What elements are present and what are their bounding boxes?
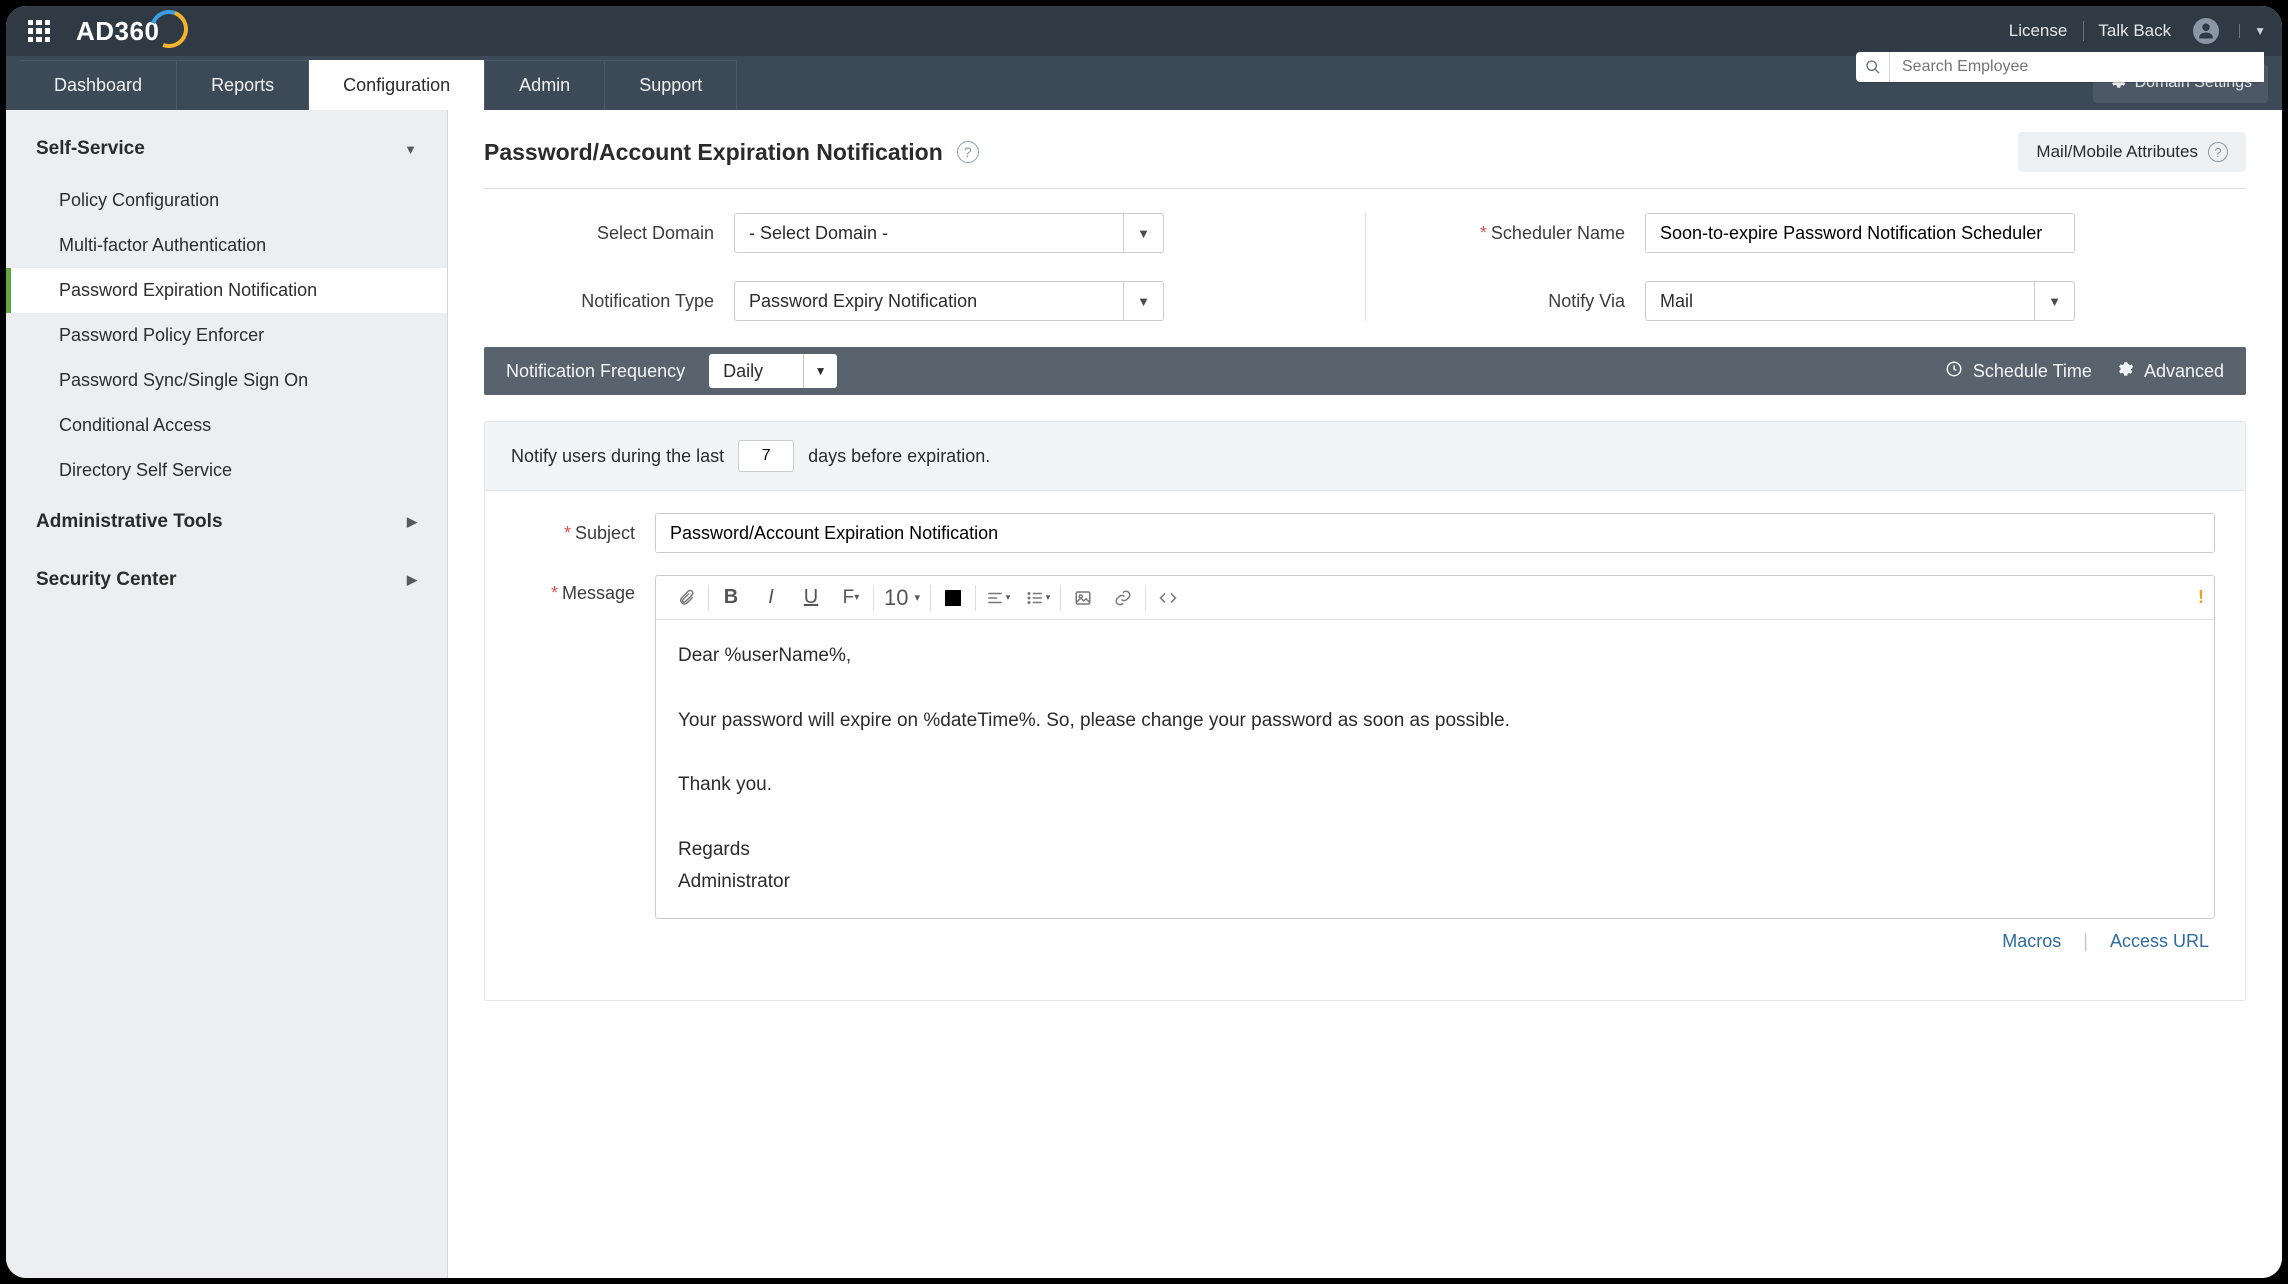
talk-back-link[interactable]: Talk Back bbox=[2083, 21, 2171, 41]
tab-configuration[interactable]: Configuration bbox=[309, 60, 485, 110]
notification-type-dropdown[interactable]: Password Expiry Notification ▼ bbox=[734, 281, 1164, 321]
sidebar-item-conditional-access[interactable]: Conditional Access bbox=[6, 403, 447, 448]
sidebar-group-security-center[interactable]: Security Center ▶ bbox=[6, 551, 447, 609]
tab-admin[interactable]: Admin bbox=[485, 60, 605, 110]
sidebar-item-mfa[interactable]: Multi-factor Authentication bbox=[6, 223, 447, 268]
scheduler-name-label: Scheduler Name bbox=[1395, 223, 1625, 244]
link-icon[interactable] bbox=[1103, 576, 1143, 620]
notification-frequency-value: Daily bbox=[709, 361, 803, 382]
underline-icon[interactable]: U bbox=[791, 576, 831, 620]
scheduler-name-field[interactable] bbox=[1646, 214, 2074, 252]
schedule-time-button[interactable]: Schedule Time bbox=[1945, 360, 2092, 383]
chevron-down-icon: ▼ bbox=[1123, 282, 1163, 320]
help-icon[interactable]: ? bbox=[957, 141, 979, 163]
code-icon[interactable] bbox=[1148, 576, 1188, 620]
apps-grid-icon[interactable] bbox=[28, 20, 50, 42]
scheduler-name-input[interactable] bbox=[1645, 213, 2075, 253]
help-icon: ? bbox=[2208, 142, 2228, 162]
sidebar-item-policy-configuration[interactable]: Policy Configuration bbox=[6, 178, 447, 223]
font-family-icon[interactable]: F▾ bbox=[831, 576, 871, 620]
clock-icon bbox=[1945, 360, 1963, 383]
notification-frequency-dropdown[interactable]: Daily ▼ bbox=[709, 354, 837, 388]
chevron-right-icon: ▶ bbox=[407, 572, 417, 588]
chevron-down-icon[interactable]: ▼ bbox=[2239, 24, 2266, 38]
mail-mobile-attributes-button[interactable]: Mail/Mobile Attributes ? bbox=[2018, 132, 2246, 172]
sidebar-item-password-expiration-notification[interactable]: Password Expiration Notification bbox=[6, 268, 447, 313]
chevron-down-icon: ▼ bbox=[2034, 282, 2074, 320]
search-input[interactable] bbox=[1890, 52, 2264, 82]
subject-field[interactable] bbox=[656, 514, 2214, 552]
align-icon[interactable]: ▾ bbox=[978, 576, 1018, 620]
message-body[interactable]: Dear %userName%, Your password will expi… bbox=[656, 620, 2214, 918]
chevron-down-icon: ▼ bbox=[803, 354, 837, 388]
font-size-selector[interactable]: 10▾ bbox=[876, 585, 928, 611]
chevron-down-icon: ▼ bbox=[1123, 214, 1163, 252]
advanced-button[interactable]: Advanced bbox=[2116, 360, 2224, 383]
bold-icon[interactable]: B bbox=[711, 576, 751, 620]
tab-reports[interactable]: Reports bbox=[177, 60, 309, 110]
notification-type-label: Notification Type bbox=[484, 291, 714, 312]
notify-days-input[interactable] bbox=[738, 440, 794, 472]
sidebar-item-password-policy-enforcer[interactable]: Password Policy Enforcer bbox=[6, 313, 447, 358]
gear-icon bbox=[2116, 360, 2134, 383]
tab-dashboard[interactable]: Dashboard bbox=[20, 60, 177, 110]
search-icon[interactable] bbox=[1856, 52, 1890, 82]
product-logo: AD360 bbox=[76, 16, 159, 47]
sidebar-group-label: Security Center bbox=[36, 569, 176, 591]
warning-icon[interactable]: ! bbox=[2198, 587, 2204, 608]
notification-type-value: Password Expiry Notification bbox=[735, 291, 1123, 312]
sidebar-group-label: Administrative Tools bbox=[36, 511, 223, 533]
license-link[interactable]: License bbox=[2009, 21, 2068, 41]
select-domain-dropdown[interactable]: - Select Domain - ▼ bbox=[734, 213, 1164, 253]
select-domain-label: Select Domain bbox=[484, 223, 714, 244]
attach-icon[interactable] bbox=[666, 576, 706, 620]
subject-input[interactable] bbox=[655, 513, 2215, 553]
access-url-link[interactable]: Access URL bbox=[2110, 931, 2209, 952]
mail-mobile-attributes-label: Mail/Mobile Attributes bbox=[2036, 142, 2198, 162]
logo-arc-icon bbox=[144, 6, 194, 54]
notify-sentence-a: Notify users during the last bbox=[511, 446, 724, 467]
notify-via-dropdown[interactable]: Mail ▼ bbox=[1645, 281, 2075, 321]
list-icon[interactable]: ▾ bbox=[1018, 576, 1058, 620]
subject-label: Subject bbox=[515, 523, 635, 544]
sidebar-group-self-service[interactable]: Self-Service ▼ bbox=[6, 120, 447, 178]
macros-link[interactable]: Macros bbox=[2002, 931, 2061, 952]
sidebar-group-administrative-tools[interactable]: Administrative Tools ▶ bbox=[6, 493, 447, 551]
notify-via-value: Mail bbox=[1646, 291, 2034, 312]
notification-frequency-label: Notification Frequency bbox=[506, 361, 685, 382]
schedule-time-label: Schedule Time bbox=[1973, 361, 2092, 382]
user-avatar-icon[interactable] bbox=[2193, 18, 2219, 44]
tab-support[interactable]: Support bbox=[605, 60, 737, 110]
italic-icon[interactable]: I bbox=[751, 576, 791, 620]
notify-via-label: Notify Via bbox=[1395, 291, 1625, 312]
notify-sentence-b: days before expiration. bbox=[808, 446, 990, 467]
font-size-value: 10 bbox=[884, 585, 908, 611]
sidebar-item-directory-self-service[interactable]: Directory Self Service bbox=[6, 448, 447, 493]
separator: | bbox=[2083, 931, 2088, 952]
image-icon[interactable] bbox=[1063, 576, 1103, 620]
message-label: Message bbox=[515, 575, 635, 604]
product-name: AD360 bbox=[76, 16, 159, 47]
search-employee[interactable] bbox=[1856, 52, 2264, 82]
text-color-icon[interactable] bbox=[933, 576, 973, 620]
chevron-down-icon: ▼ bbox=[404, 142, 417, 157]
advanced-label: Advanced bbox=[2144, 361, 2224, 382]
page-title: Password/Account Expiration Notification bbox=[484, 139, 943, 166]
chevron-right-icon: ▶ bbox=[407, 514, 417, 530]
sidebar-group-label: Self-Service bbox=[36, 138, 145, 160]
sidebar-item-password-sync-sso[interactable]: Password Sync/Single Sign On bbox=[6, 358, 447, 403]
select-domain-value: - Select Domain - bbox=[735, 223, 1123, 244]
message-editor[interactable]: B I U F▾ 10▾ ▾ ▾ bbox=[655, 575, 2215, 919]
